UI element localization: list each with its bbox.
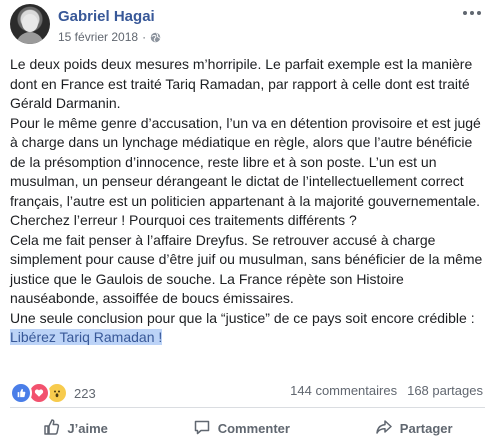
like-label: J’aime xyxy=(67,420,108,436)
post-body: Le deux poids deux mesures m’horripile. … xyxy=(10,55,488,348)
share-label: Partager xyxy=(399,420,453,436)
post-conclusion: Une seule conclusion pour que la “justic… xyxy=(10,309,488,348)
shares-count[interactable]: 168 partages xyxy=(407,383,483,398)
post-stats: 144 commentaires 168 partages xyxy=(290,383,483,398)
post-date[interactable]: 15 février 2018 xyxy=(58,30,138,44)
post-paragraph: Pour le même genre d’accusation, l’un va… xyxy=(10,114,481,229)
reaction-summary[interactable]: 223 xyxy=(10,382,96,404)
comments-count[interactable]: 144 commentaires xyxy=(290,383,397,398)
divider xyxy=(10,407,485,408)
like-button[interactable]: J’aime xyxy=(28,412,121,445)
post-paragraph: Le deux poids deux mesures m’horripile. … xyxy=(10,56,473,111)
comment-button[interactable]: Commenter xyxy=(179,412,304,445)
reaction-count: 223 xyxy=(74,385,96,401)
author-name[interactable]: Gabriel Hagai xyxy=(58,8,155,25)
post-paragraph: Cela me fait penser à l’affaire Dreyfus.… xyxy=(10,231,483,307)
action-bar: J’aime Commenter Partager xyxy=(0,410,495,446)
highlighted-text: Libérez Tariq Ramadan ! xyxy=(10,329,163,345)
facebook-post: Gabriel Hagai 15 février 2018 · Le deux … xyxy=(0,0,495,448)
comment-icon xyxy=(193,418,211,439)
comment-label: Commenter xyxy=(217,420,290,436)
share-button[interactable]: Partager xyxy=(361,412,467,445)
avatar[interactable] xyxy=(10,4,50,44)
thumbs-up-icon xyxy=(42,418,60,439)
more-options-icon[interactable] xyxy=(461,6,483,20)
post-meta: 15 février 2018 · xyxy=(58,30,161,44)
share-icon xyxy=(375,418,393,439)
globe-icon xyxy=(150,32,161,43)
like-icon xyxy=(10,382,32,404)
conclusion-text: Une seule conclusion pour que la “justic… xyxy=(10,309,475,326)
meta-separator: · xyxy=(142,30,147,44)
